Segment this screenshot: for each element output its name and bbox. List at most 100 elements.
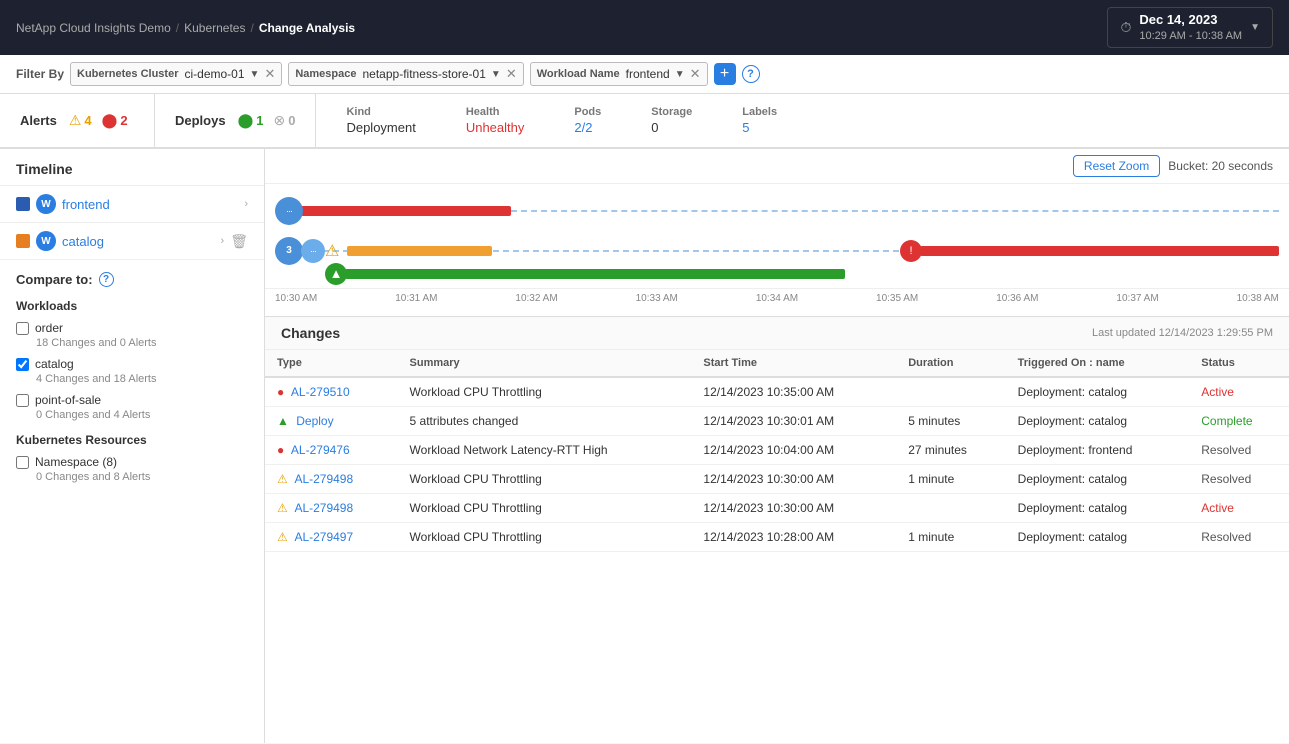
compare-title-row: Compare to: ? [16,272,248,287]
changes-table: Type Summary Start Time Duration Trigger… [265,350,1289,552]
time-1: 10:31 AM [395,293,437,304]
deploy-green-badge[interactable]: ⬤ 1 [238,112,264,129]
breadcrumb-sep2: / [250,21,253,35]
time-2: 10:32 AM [515,293,557,304]
label-order[interactable]: order [35,321,63,335]
cell-start-time: 12/14/2023 10:04:00 AM [691,436,896,465]
labels-label: Labels [742,106,777,118]
filter-help-icon[interactable]: ? [742,65,760,83]
deploys-block: Deploys ⬤ 1 ⊗ 0 [155,94,316,147]
catalog-dots-circle: ··· [301,239,325,263]
cell-duration: 27 minutes [896,436,1005,465]
deploy-gray-badge[interactable]: ⊗ 0 [273,112,295,129]
k8s-checkbox-namespace: Namespace (8) 0 Changes and 8 Alerts [16,455,248,483]
label-namespace[interactable]: Namespace (8) [35,455,117,469]
table-row: ⚠ AL-279498 Workload CPU Throttling 12/1… [265,465,1289,494]
alert-err-badge[interactable]: ⬤ 2 [102,112,128,129]
cell-type[interactable]: ● AL-279476 [265,436,398,465]
type-link[interactable]: Deploy [296,414,333,428]
filter-chip-workload-value: frontend [626,67,670,81]
changes-header-row: Changes Last updated 12/14/2023 1:29:55 … [265,317,1289,350]
add-filter-button[interactable]: + [714,63,736,85]
time-6: 10:36 AM [996,293,1038,304]
type-icon: ⚠ [277,530,288,544]
cell-duration [896,494,1005,523]
deploys-green-count: 1 [256,113,263,128]
frontend-red-bar [301,206,511,216]
breadcrumb-k8s[interactable]: Kubernetes [184,21,245,35]
type-icon: ● [277,443,284,457]
workload-item-catalog[interactable]: W catalog › 🗑 [0,223,264,260]
cell-status: Complete [1189,407,1289,436]
checkbox-catalog[interactable] [16,358,29,371]
date-time-block[interactable]: ⏱ Dec 14, 2023 10:29 AM - 10:38 AM ▼ [1107,7,1273,48]
cell-triggered-on: Deployment: catalog [1006,523,1190,552]
frontend-color-box [16,197,30,211]
pods-label: Pods [574,106,601,118]
cell-summary: Workload CPU Throttling [398,377,692,407]
type-link[interactable]: AL-279498 [294,472,353,486]
time-5: 10:35 AM [876,293,918,304]
chip-clear-workload[interactable]: ✕ [690,66,701,82]
cell-type[interactable]: ⚠ AL-279498 [265,465,398,494]
alerts-label: Alerts [20,113,57,128]
delete-catalog-icon[interactable]: 🗑 [230,233,248,250]
reset-zoom-button[interactable]: Reset Zoom [1073,155,1160,177]
checkbox-order[interactable] [16,322,29,335]
breadcrumb-sep1: / [176,21,179,35]
labels-value[interactable]: 5 [742,120,777,135]
cell-duration: 1 minute [896,465,1005,494]
pos-sub: 0 Changes and 4 Alerts [36,409,248,421]
meta-pods: Pods 2/2 [574,106,601,135]
checkbox-namespace[interactable] [16,456,29,469]
pods-value[interactable]: 2/2 [574,120,601,135]
col-summary: Summary [398,350,692,377]
table-row: ⚠ AL-279498 Workload CPU Throttling 12/1… [265,494,1289,523]
catalog-arrow: › [221,235,225,247]
workload-item-frontend[interactable]: W frontend › [0,186,264,223]
chip-clear-cluster[interactable]: ✕ [264,66,275,82]
chip-clear-namespace[interactable]: ✕ [506,66,517,82]
meta-health: Health Unhealthy [466,106,525,135]
label-catalog[interactable]: catalog [35,357,74,371]
cell-type[interactable]: ▲ Deploy [265,407,398,436]
order-sub: 18 Changes and 0 Alerts [36,337,248,349]
type-link[interactable]: AL-279497 [294,530,353,544]
frontend-wl-icon: W [36,194,56,214]
table-row: ▲ Deploy 5 attributes changed 12/14/2023… [265,407,1289,436]
cell-type[interactable]: ⚠ AL-279498 [265,494,398,523]
cell-type[interactable]: ● AL-279510 [265,377,398,407]
type-link[interactable]: AL-279510 [291,385,350,399]
compare-help-icon[interactable]: ? [99,272,114,287]
table-row: ⚠ AL-279497 Workload CPU Throttling 12/1… [265,523,1289,552]
filter-chip-cluster[interactable]: Kubernetes Cluster ci-demo-01 ▼ ✕ [70,62,282,86]
right-panel: Reset Zoom Bucket: 20 seconds ··· [265,149,1289,743]
alert-warn-badge[interactable]: ⚠ 4 [69,112,92,129]
breadcrumb-home[interactable]: NetApp Cloud Insights Demo [16,21,171,35]
cell-start-time: 12/14/2023 10:30:00 AM [691,494,896,523]
cell-type[interactable]: ⚠ AL-279497 [265,523,398,552]
cell-start-time: 12/14/2023 10:28:00 AM [691,523,896,552]
label-pos[interactable]: point-of-sale [35,393,101,407]
timeline-chart-catalog: 3 ··· ⚠ ! ▲ [275,236,1279,284]
k8s-resources-title: Kubernetes Resources [16,433,248,447]
cell-status: Resolved [1189,523,1289,552]
compare-section: Compare to: ? Workloads order 18 Changes… [0,260,264,499]
type-link[interactable]: AL-279476 [291,443,350,457]
catalog-error-circle: ! [900,240,922,262]
timeline-section-header: Timeline [0,149,264,186]
catalog-start-circle: 3 [275,237,303,265]
time-0: 10:30 AM [275,293,317,304]
alerts-block: Alerts ⚠ 4 ⬤ 2 [0,94,155,147]
filter-chip-namespace[interactable]: Namespace netapp-fitness-store-01 ▼ ✕ [288,62,523,86]
filter-chip-namespace-label: Namespace [295,68,356,80]
meta-labels: Labels 5 [742,106,777,135]
filter-chip-workload[interactable]: Workload Name frontend ▼ ✕ [530,62,708,86]
type-link[interactable]: AL-279498 [294,501,353,515]
catalog-name: catalog [62,234,215,249]
checkbox-pos[interactable] [16,394,29,407]
catalog-green-bar [345,269,845,279]
meta-kind: Kind Deployment [346,106,415,135]
col-duration: Duration [896,350,1005,377]
bucket-label: Bucket: 20 seconds [1168,159,1273,173]
